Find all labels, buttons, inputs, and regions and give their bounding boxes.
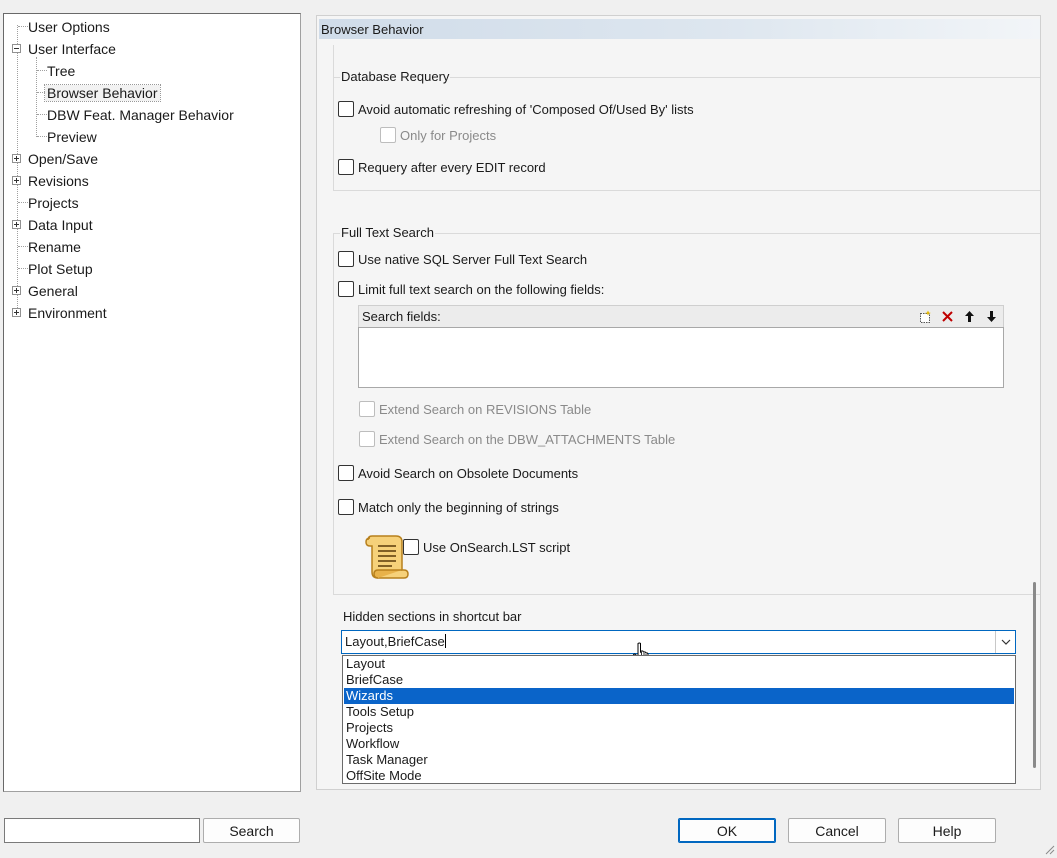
hidden-sections-combo[interactable]: Layout,BriefCase (341, 630, 1016, 654)
hidden-sections-dropdown[interactable]: Layout BriefCase Wizards Tools Setup Pro… (342, 655, 1016, 784)
checkbox-box[interactable] (338, 101, 354, 117)
tree-item-revisions[interactable]: Revisions (26, 170, 91, 192)
database-requery-title: Database Requery (340, 69, 451, 85)
panel-title: Browser Behavior (319, 19, 1040, 39)
checkbox-box[interactable] (403, 539, 419, 555)
tree-child-connector (36, 57, 37, 137)
expand-environment-icon[interactable] (12, 308, 21, 317)
expand-open-save-icon[interactable] (12, 154, 21, 163)
tree-item-tree[interactable]: Tree (45, 60, 77, 82)
checkbox-box[interactable] (380, 127, 396, 143)
cancel-button[interactable]: Cancel (788, 818, 886, 843)
text-caret (444, 634, 446, 648)
tree-item-open-save[interactable]: Open/Save (26, 148, 100, 170)
tree-search-input[interactable] (4, 818, 200, 843)
expand-data-input-icon[interactable] (12, 220, 21, 229)
option-wizards[interactable]: Wizards (344, 688, 1014, 704)
tree-root-connector (17, 25, 18, 314)
extend-revisions-checkbox[interactable]: Extend Search on REVISIONS Table (359, 400, 591, 418)
checkbox-box[interactable] (338, 159, 354, 175)
extend-attachments-checkbox[interactable]: Extend Search on the DBW_ATTACHMENTS Tab… (359, 430, 675, 448)
option-task-manager[interactable]: Task Manager (344, 752, 1014, 768)
ok-button[interactable]: OK (678, 818, 776, 843)
move-up-icon[interactable] (961, 308, 977, 324)
search-fields-header: Search fields: (358, 305, 1004, 327)
chevron-down-icon[interactable] (995, 631, 1015, 653)
checkbox-box[interactable] (359, 401, 375, 417)
tree-item-data-input[interactable]: Data Input (26, 214, 95, 236)
tree-item-user-options[interactable]: User Options (26, 16, 112, 38)
native-sql-fts-checkbox[interactable]: Use native SQL Server Full Text Search (338, 250, 587, 268)
avoid-obsolete-checkbox[interactable]: Avoid Search on Obsolete Documents (338, 464, 578, 482)
tree-item-browser-behavior[interactable]: Browser Behavior (44, 82, 161, 104)
option-briefcase[interactable]: BriefCase (344, 672, 1014, 688)
option-workflow[interactable]: Workflow (344, 736, 1014, 752)
resize-grip-icon[interactable] (1043, 843, 1055, 855)
requery-after-edit-checkbox[interactable]: Requery after every EDIT record (338, 158, 546, 176)
tree-item-projects[interactable]: Projects (26, 192, 81, 214)
checkbox-box[interactable] (338, 251, 354, 267)
tree-item-dbw-feat-manager-behavior[interactable]: DBW Feat. Manager Behavior (45, 104, 236, 126)
option-tools-setup[interactable]: Tools Setup (344, 704, 1014, 720)
tree-item-rename[interactable]: Rename (26, 236, 83, 258)
tree-item-user-interface[interactable]: User Interface (26, 38, 118, 60)
options-tree[interactable]: User Options User Interface Tree Browser… (3, 13, 301, 792)
panel-scrollbar[interactable] (1033, 582, 1036, 768)
help-button[interactable]: Help (898, 818, 996, 843)
tree-item-plot-setup[interactable]: Plot Setup (26, 258, 95, 280)
collapse-user-interface-icon[interactable] (12, 44, 21, 53)
option-projects[interactable]: Projects (344, 720, 1014, 736)
limit-fields-checkbox[interactable]: Limit full text search on the following … (338, 280, 604, 298)
hidden-sections-label: Hidden sections in shortcut bar (343, 609, 522, 624)
checkbox-box[interactable] (359, 431, 375, 447)
option-offsite-mode[interactable]: OffSite Mode (344, 768, 1014, 784)
new-field-icon[interactable] (917, 308, 933, 324)
delete-field-icon[interactable] (939, 308, 955, 324)
tree-item-preview[interactable]: Preview (45, 126, 99, 148)
checkbox-box[interactable] (338, 465, 354, 481)
search-button[interactable]: Search (203, 818, 300, 843)
option-layout[interactable]: Layout (344, 656, 1014, 672)
onsearch-script-checkbox[interactable]: Use OnSearch.LST script (403, 538, 570, 556)
checkbox-box[interactable] (338, 499, 354, 515)
expand-general-icon[interactable] (12, 286, 21, 295)
move-down-icon[interactable] (983, 308, 999, 324)
match-beginning-checkbox[interactable]: Match only the beginning of strings (338, 498, 559, 516)
tree-item-environment[interactable]: Environment (26, 302, 109, 324)
only-for-projects-checkbox[interactable]: Only for Projects (380, 126, 496, 144)
checkbox-box[interactable] (338, 281, 354, 297)
tree-item-general[interactable]: General (26, 280, 80, 302)
avoid-refresh-checkbox[interactable]: Avoid automatic refreshing of 'Composed … (338, 100, 694, 118)
full-text-search-title: Full Text Search (340, 225, 435, 241)
expand-revisions-icon[interactable] (12, 176, 21, 185)
search-fields-list[interactable] (358, 327, 1004, 388)
